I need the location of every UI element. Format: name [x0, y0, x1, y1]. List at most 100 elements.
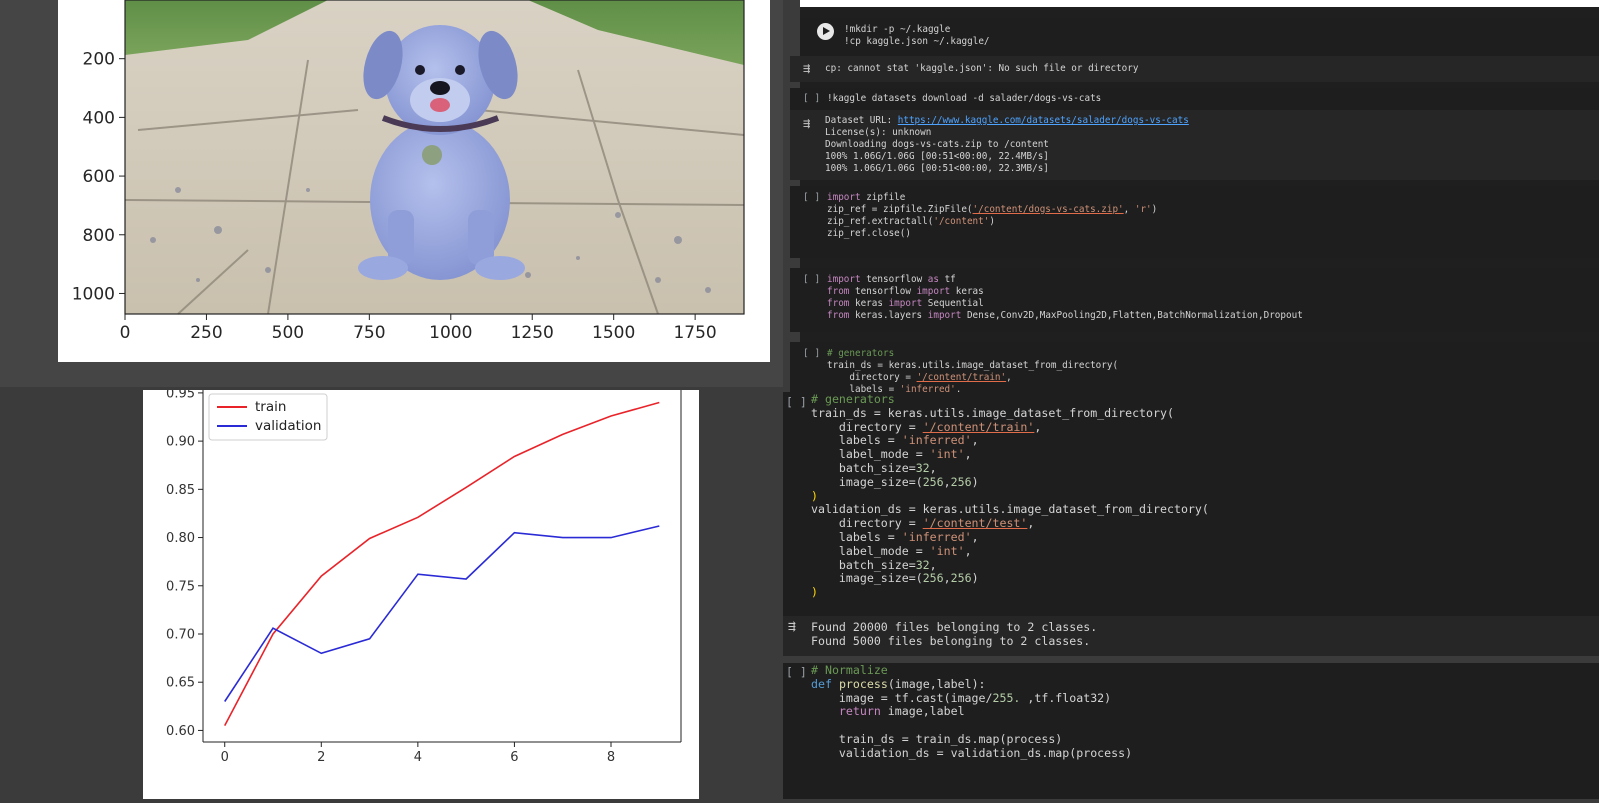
code-text: directory = — [849, 372, 917, 383]
string: 'inferred' — [901, 433, 972, 448]
code-text: zip_ref.extractall( — [827, 216, 934, 227]
y-tick-label: 400 — [83, 108, 115, 128]
y-tick-label: 0.95 — [166, 390, 195, 401]
x-tick-label: 1750 — [673, 323, 716, 343]
y-tick-label: 0.60 — [166, 724, 195, 739]
code-text: tensorflow — [860, 274, 928, 285]
cell-gutter[interactable]: [ ] — [803, 93, 820, 104]
legend-validation-label: validation — [255, 418, 321, 434]
x-tick-label: 750 — [353, 323, 385, 343]
comment: # generators — [827, 348, 895, 359]
code-cell-download[interactable]: [ ] !kaggle datasets download -d salader… — [790, 88, 1599, 110]
code-cell-normalize[interactable]: [ ] # Normalize def process(image,label)… — [783, 663, 1599, 799]
accuracy-chart-panel: 0 2 4 6 8 0.60 0.65 0.70 0.75 0.80 0.85 0.90 0.95 tr… — [143, 386, 699, 799]
cell-code[interactable]: # Normalize def process(image,label): im… — [811, 663, 1132, 761]
x-tick-label: 0 — [120, 323, 131, 343]
y-tick-label: 0.90 — [166, 435, 195, 450]
x-tick-label: 4 — [414, 750, 422, 765]
y-tick-label: 0.70 — [166, 627, 195, 642]
string: '/content/test' — [922, 516, 1028, 531]
cell-code[interactable]: import zipfile zip_ref = zipfile.ZipFile… — [827, 192, 1157, 240]
puppy-photo — [124, 0, 745, 315]
string: '/content/train' — [916, 372, 1007, 383]
cell-gutter[interactable]: [ ] — [803, 348, 820, 359]
code-text: train_ds = keras.utils.image_dataset_fro… — [827, 360, 1119, 371]
cell-output-mkdir: ⇶ cp: cannot stat 'kaggle.json': No such… — [790, 56, 1599, 82]
output-text: Found 20000 files belonging to 2 classes… — [811, 620, 1097, 648]
cell-code[interactable]: !kaggle datasets download -d salader/dog… — [827, 93, 1101, 105]
code-text: ) — [811, 488, 818, 503]
x-tick-label: 250 — [190, 323, 222, 343]
code-cell-mkdir[interactable]: !mkdir -p ~/.kaggle !cp kaggle.json ~/.k… — [800, 18, 1599, 56]
dataset-link[interactable]: https://www.kaggle.com/datasets/salader/… — [898, 115, 1189, 126]
x-tick-label: 1000 — [429, 323, 472, 343]
cell-code[interactable]: import tensorflow as tf from tensorflow … — [827, 274, 1303, 322]
y-tick-label: 0.80 — [166, 531, 195, 546]
keyword: import — [827, 274, 861, 285]
keyword: import — [888, 298, 923, 309]
code-text: , — [1123, 204, 1135, 215]
code-cell-imports[interactable]: [ ] import tensorflow as tf from tensorf… — [790, 268, 1599, 332]
notebook-top-header — [800, 0, 1599, 7]
output-toggle-icon[interactable]: ⇶ — [803, 116, 810, 130]
string: 'r' — [1134, 204, 1152, 215]
code-text: label_mode = — [838, 447, 930, 462]
run-cell-button[interactable] — [817, 23, 834, 40]
output-text: cp: cannot stat 'kaggle.json': No such f… — [825, 63, 1139, 74]
x-tick-label: 1500 — [592, 323, 635, 343]
code-text: image = tf.cast(image/ — [838, 690, 993, 705]
cell-gutter[interactable]: [ ] — [786, 395, 807, 409]
y-tick-label: 0.85 — [166, 483, 195, 498]
x-tick-label: 1250 — [511, 323, 554, 343]
number: 256 — [950, 571, 972, 586]
x-tick-label: 6 — [510, 750, 518, 765]
legend-train-label: train — [255, 399, 286, 415]
y-tick-label: 800 — [83, 226, 115, 246]
code-line: !mkdir -p ~/.kaggle — [844, 24, 951, 35]
string: '/content' — [933, 216, 990, 227]
cell-code[interactable]: # generators train_ds = keras.utils.imag… — [827, 348, 1118, 396]
cell-gutter[interactable]: [ ] — [786, 665, 807, 679]
cell-gutter[interactable]: [ ] — [803, 274, 820, 285]
x-tick-label: 500 — [272, 323, 304, 343]
cell-code[interactable]: !mkdir -p ~/.kaggle !cp kaggle.json ~/.k… — [844, 24, 990, 48]
code-text: ) — [1151, 204, 1158, 215]
number: 32 — [915, 460, 930, 475]
code-text: batch_size= — [838, 557, 916, 572]
code-text: (image,label): — [887, 676, 986, 691]
chart-legend: train validation — [208, 393, 328, 441]
keyword: from — [827, 310, 850, 321]
output-toggle-icon[interactable]: ⇶ — [803, 61, 810, 75]
string: 'inferred' — [901, 529, 972, 544]
code-cell-unzip[interactable]: [ ] import zipfile zip_ref = zipfile.Zip… — [790, 186, 1599, 258]
keyword: import — [827, 192, 861, 203]
output-line: License(s): unknown — [825, 127, 932, 138]
output-toggle-icon[interactable]: ⇶ — [788, 619, 796, 634]
y-tick-label: 600 — [83, 167, 115, 187]
keyword: from — [827, 298, 850, 309]
code-text: label_mode = — [838, 543, 930, 558]
keyword: return — [838, 704, 881, 719]
code-text: batch_size= — [838, 460, 916, 475]
output-line: Dataset URL: — [825, 115, 898, 126]
code-text: ,tf.float32) — [1020, 690, 1112, 705]
code-text: ) — [811, 585, 818, 600]
code-text: train_ds = train_ds.map(process) — [838, 731, 1063, 746]
comment: # Normalize — [811, 663, 888, 677]
comment: # generators — [811, 392, 895, 406]
code-line: !cp kaggle.json ~/.kaggle/ — [844, 36, 990, 47]
number: 32 — [915, 557, 930, 572]
y-tick-label: 0.75 — [166, 579, 195, 594]
code-text: zipfile — [860, 192, 906, 203]
output-line: 100% 1.06G/1.06G [00:51<00:00, 22.4MB/s] — [825, 151, 1049, 162]
code-text: image_size=( — [838, 474, 923, 489]
code-text: Sequential — [922, 298, 984, 309]
code-text: image_size=( — [838, 571, 923, 586]
code-text: labels = — [838, 529, 902, 544]
number: 256 — [922, 474, 944, 489]
code-cell-generators[interactable]: [ ] # generators train_ds = keras.utils.… — [783, 392, 1599, 616]
cell-output-download: ⇶ Dataset URL: https://www.kaggle.com/da… — [790, 110, 1599, 180]
cell-gutter[interactable]: [ ] — [803, 192, 820, 203]
cell-code[interactable]: # generators train_ds = keras.utils.imag… — [811, 392, 1209, 600]
output-line: Found 20000 files belonging to 2 classes… — [811, 620, 1098, 634]
